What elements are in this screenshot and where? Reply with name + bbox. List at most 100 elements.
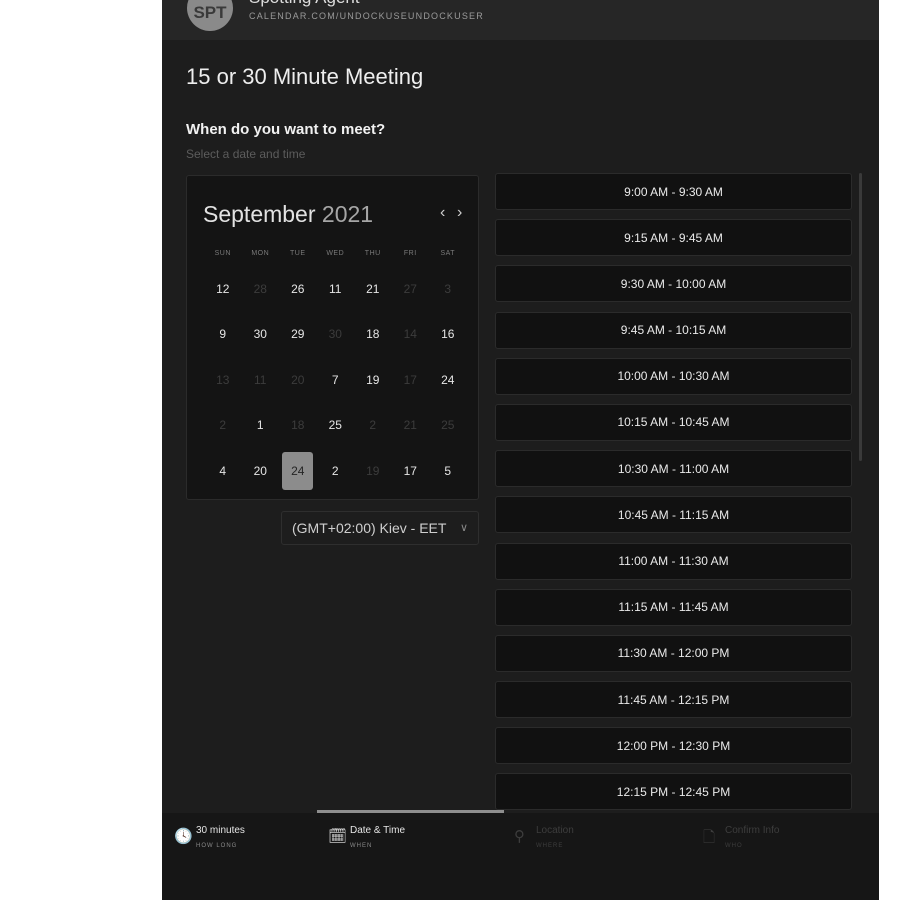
day-number: 30 — [328, 327, 342, 342]
calendar-day[interactable]: 19 — [354, 357, 392, 403]
calendar-day: 2 — [204, 403, 242, 449]
step-label: Date & Time — [350, 825, 406, 836]
chevron-down-icon: ∨ — [459, 522, 468, 534]
calendar-day[interactable]: 24 — [429, 357, 467, 403]
day-number: 21 — [366, 281, 380, 296]
day-number: 30 — [253, 327, 267, 342]
time-slot-button[interactable]: 10:00 AM - 10:30 AM — [495, 357, 852, 395]
month-label: September — [203, 201, 316, 227]
day-number: 28 — [253, 281, 267, 296]
weekday-label: SUN — [214, 250, 231, 257]
day-number: 16 — [441, 327, 455, 342]
time-slot-button[interactable]: 9:15 AM - 9:45 AM — [495, 219, 852, 257]
day-number: 11 — [329, 281, 342, 296]
calendar-day: 25 — [429, 403, 467, 449]
day-number: 18 — [366, 327, 380, 342]
time-slot-list: 9:00 AM - 9:30 AM 9:15 AM - 9:45 AM 9:30 A… — [495, 173, 852, 820]
calendar-day[interactable]: 20 — [242, 448, 280, 494]
calendar-day[interactable]: 17 — [392, 448, 430, 494]
booking-panel: SPT Spotting Agent CALENDAR.COM/UNDOCKUS… — [162, 0, 879, 900]
day-number: 9 — [219, 327, 227, 342]
calendar-day: 14 — [392, 312, 430, 358]
location-pin-icon: ⚲ — [514, 828, 525, 845]
calendar-day[interactable]: 11 — [317, 266, 355, 312]
day-number: 24 — [441, 372, 455, 387]
year-label: 2021 — [321, 201, 374, 227]
section-hint: Select a date and time — [186, 147, 306, 161]
calendar-day: 13 — [204, 357, 242, 403]
next-month-icon[interactable]: › — [457, 204, 462, 222]
calendar-day: 3 — [429, 266, 467, 312]
weekday-label: FRI — [403, 250, 417, 257]
time-slot-button[interactable]: 12:00 PM - 12:30 PM — [495, 727, 852, 765]
day-number: 7 — [331, 372, 339, 387]
time-slot-button[interactable]: 11:45 AM - 12:15 PM — [495, 681, 852, 719]
calendar-day: 17 — [392, 357, 430, 403]
calendar-widget: September 2021 ‹ › SUN MON TUE WED THU FRI SAT… — [186, 175, 479, 500]
time-slot-button[interactable]: 10:15 AM - 10:45 AM — [495, 403, 852, 441]
calendar-day[interactable]: 26 — [279, 266, 317, 312]
timezone-select[interactable]: (GMT+02:00) Kiev - EET ∨ — [281, 511, 479, 545]
calendar-day[interactable]: 16 — [429, 312, 467, 358]
day-number: 27 — [403, 281, 417, 296]
calendar-day: 20 — [279, 357, 317, 403]
calendar-day: 11 — [242, 357, 280, 403]
prev-month-icon[interactable]: ‹ — [440, 204, 445, 222]
day-number: 18 — [291, 418, 305, 433]
step-sublabel: HOW LONG — [196, 843, 238, 849]
month-year-label: September 2021 — [203, 201, 373, 228]
step-label: Location — [536, 825, 574, 836]
day-number: 2 — [369, 418, 377, 433]
day-number: 12 — [216, 281, 230, 296]
time-slot-button[interactable]: 10:45 AM - 11:15 AM — [495, 496, 852, 534]
calendar-day[interactable]: 9 — [204, 312, 242, 358]
day-number: 25 — [441, 418, 455, 433]
time-slot-button[interactable]: 9:30 AM - 10:00 AM — [495, 265, 852, 303]
step-sublabel: WHERE — [536, 843, 564, 849]
time-slot-button[interactable]: 11:15 AM - 11:45 AM — [495, 588, 852, 626]
day-number: 2 — [219, 418, 227, 433]
scrollbar-thumb[interactable] — [859, 173, 862, 461]
step-navigation: 🕓 30 minutes HOW LONG 🗓 Date & Time WHEN ⚲ Loca… — [162, 813, 879, 900]
calendar-day[interactable]: 29 — [279, 312, 317, 358]
day-number: 20 — [291, 372, 305, 387]
calendar-day-selected[interactable]: 24 — [279, 448, 317, 494]
calendar-day[interactable]: 12 — [204, 266, 242, 312]
event-title: 15 or 30 Minute Meeting — [186, 64, 424, 89]
time-slot-button[interactable]: 11:30 AM - 12:00 PM — [495, 634, 852, 672]
day-number: 21 — [403, 418, 417, 433]
day-number: 1 — [256, 418, 264, 433]
calendar-day[interactable]: 1 — [242, 403, 280, 449]
calendar-day[interactable]: 2 — [317, 448, 355, 494]
weekday-header: SUN MON TUE WED THU FRI SAT — [204, 250, 467, 257]
time-slot-button[interactable]: 9:45 AM - 10:15 AM — [495, 311, 852, 349]
calendar-day[interactable]: 7 — [317, 357, 355, 403]
weekday-label: MON — [251, 250, 270, 257]
calendar-day: 2 — [354, 403, 392, 449]
weekday-label: TUE — [290, 250, 306, 257]
calendar-day[interactable]: 5 — [429, 448, 467, 494]
day-number: 25 — [328, 418, 342, 433]
day-number: 19 — [366, 463, 380, 478]
host-url[interactable]: CALENDAR.COM/UNDOCKUSEUNDOCKUSER — [249, 11, 484, 21]
day-number: 17 — [403, 372, 417, 387]
section-heading: When do you want to meet? — [186, 121, 386, 138]
host-name: Spotting Agent — [249, 0, 360, 8]
time-slot-button[interactable]: 10:30 AM - 11:00 AM — [495, 450, 852, 488]
step-sublabel: WHO — [725, 843, 743, 849]
day-number: 4 — [219, 463, 227, 478]
calendar-day[interactable]: 30 — [242, 312, 280, 358]
day-number: 29 — [291, 327, 305, 342]
calendar-day[interactable]: 4 — [204, 448, 242, 494]
day-number: 5 — [444, 463, 452, 478]
calendar-day[interactable]: 21 — [354, 266, 392, 312]
calendar-day: 19 — [354, 448, 392, 494]
calendar-day[interactable]: 18 — [354, 312, 392, 358]
calendar-day[interactable]: 25 — [317, 403, 355, 449]
time-slot-button[interactable]: 9:00 AM - 9:30 AM — [495, 173, 852, 210]
step-sublabel: WHEN — [350, 843, 373, 849]
time-slot-button[interactable]: 12:15 PM - 12:45 PM — [495, 773, 852, 811]
day-number: 26 — [291, 281, 305, 296]
time-slot-button[interactable]: 11:00 AM - 11:30 AM — [495, 542, 852, 580]
weekday-label: WED — [326, 250, 345, 257]
